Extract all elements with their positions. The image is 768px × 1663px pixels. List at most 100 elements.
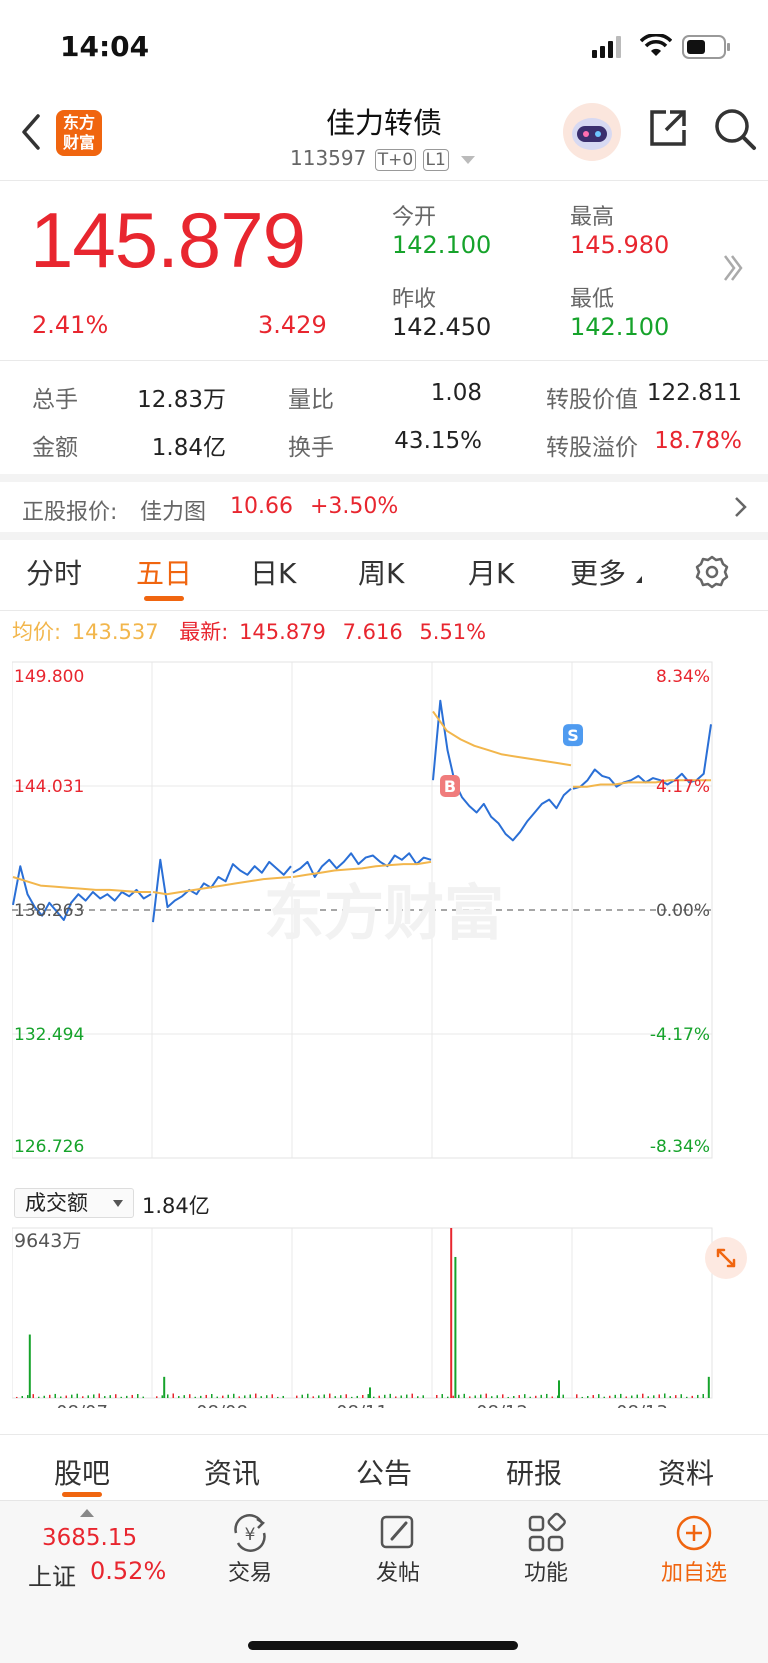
latest-label: 最新: (179, 620, 229, 644)
volume-bar (452, 1395, 454, 1398)
share-icon[interactable] (646, 106, 690, 154)
svg-text:¥: ¥ (245, 1525, 256, 1545)
index-name: 上证 (28, 1563, 76, 1591)
volume-bar (546, 1393, 548, 1398)
open-label: 今开 (392, 205, 437, 230)
volume-bar (255, 1393, 257, 1398)
high-value: 145.980 (570, 231, 670, 259)
tab-weekly-k[interactable]: 周K (358, 552, 404, 592)
post-label: 发帖 (375, 1561, 420, 1586)
open-value: 142.100 (392, 231, 492, 259)
volume-bar (664, 1393, 666, 1398)
volume-bar (296, 1395, 298, 1398)
volume-bar (518, 1395, 520, 1398)
tab-intraday[interactable]: 分时 (26, 552, 82, 592)
volume-bar (562, 1394, 564, 1398)
underlying-stock-row[interactable]: 正股报价: 佳力图 10.66 +3.50% (0, 482, 768, 532)
volume-frame (12, 1227, 713, 1399)
t0-badge: T+0 (374, 149, 417, 171)
settings-gear-icon[interactable] (694, 554, 730, 594)
volume-bar (411, 1393, 413, 1398)
trade-button[interactable]: ¥ 交易 (190, 1511, 310, 1587)
expand-right-icon[interactable] (722, 253, 744, 287)
volume-bar (362, 1395, 364, 1398)
functions-label: 功能 (523, 1561, 568, 1586)
robot-assistant-icon[interactable] (562, 102, 622, 166)
volume-bar (675, 1395, 677, 1398)
tab-forum[interactable]: 股吧 (54, 1452, 110, 1492)
add-watchlist-button[interactable]: 加自选 (634, 1511, 754, 1587)
fullscreen-expand-icon[interactable] (704, 1236, 748, 1284)
volume-bar (686, 1396, 688, 1398)
volume-value: 12.83万 (137, 387, 226, 413)
volume-bar (384, 1394, 386, 1398)
tab-news[interactable]: 资讯 (204, 1452, 260, 1492)
volume-bar (636, 1394, 638, 1398)
volume-bar (592, 1395, 594, 1398)
latest-value: 145.879 (239, 620, 326, 644)
post-button[interactable]: 发帖 (338, 1511, 458, 1587)
security-code-row[interactable]: 113597 T+0 L1 (290, 146, 510, 174)
volume-bar (625, 1396, 627, 1398)
underlying-price: 10.66 (230, 494, 293, 519)
search-icon[interactable] (712, 106, 758, 156)
prev-close-value: 142.450 (392, 313, 492, 341)
volume-bar (395, 1396, 397, 1398)
volume-metric-dropdown[interactable]: 成交额 (14, 1188, 134, 1218)
volume-bar (587, 1395, 589, 1398)
five-day-price-chart[interactable]: 东方财富 149.800 8.34% 144.031 4.17% 138.263 0.00… (12, 654, 756, 1184)
avg-price-series-line (432, 710, 572, 767)
volume-bar (329, 1393, 331, 1398)
volume-bar (312, 1396, 314, 1398)
avg-label: 均价: (12, 620, 62, 644)
tab-more[interactable]: 更多 (570, 552, 626, 592)
tab-announcements[interactable]: 公告 (356, 1452, 412, 1492)
tab-daily-k[interactable]: 日K (250, 552, 296, 592)
volume-bar (172, 1393, 174, 1398)
bottom-toolbar: 3685.15 上证 0.52% ¥ 交易 发帖 功能 加自选 (0, 1500, 768, 1663)
status-bar: 14:04 (0, 0, 768, 90)
volume-bar (43, 1395, 45, 1398)
x-axis-date-label: 08/12 (476, 1402, 528, 1408)
volume-bar (609, 1395, 611, 1398)
volume-bar (318, 1395, 320, 1398)
tab-profile[interactable]: 资料 (658, 1452, 714, 1492)
tab-five-day[interactable]: 五日 (136, 552, 192, 592)
vol-ratio-value: 1.08 (430, 380, 482, 406)
change-pct: 2.41% (32, 311, 109, 339)
volume-bar (351, 1396, 353, 1398)
volume-bar (540, 1394, 542, 1398)
add-watchlist-label: 加自选 (660, 1561, 727, 1586)
volume-bar (216, 1396, 218, 1398)
tab-research[interactable]: 研报 (506, 1452, 562, 1492)
volume-bar (441, 1394, 443, 1398)
last-price: 145.879 (30, 196, 306, 284)
volume-bar (558, 1380, 560, 1398)
volume-bar (496, 1395, 498, 1398)
volume-bar (137, 1394, 139, 1398)
x-axis-date-label: 08/11 (336, 1402, 388, 1408)
tab-monthly-k[interactable]: 月K (468, 552, 514, 592)
index-ticker[interactable]: 3685.15 上证 0.52% (0, 1501, 168, 1611)
volume-bar (454, 1256, 457, 1398)
volume-bar (21, 1396, 23, 1398)
low-value: 142.100 (570, 313, 670, 341)
functions-button[interactable]: 功能 (486, 1511, 606, 1587)
underlying-change: +3.50% (310, 494, 399, 519)
volume-bar (450, 1228, 453, 1398)
trade-label: 交易 (227, 1561, 272, 1586)
volume-bar (345, 1394, 347, 1398)
volume-bar (271, 1394, 273, 1398)
five-day-volume-chart[interactable]: 08/07 08/08 08/11 08/12 08/13 (12, 1222, 756, 1408)
conv-premium-value: 18.78% (654, 428, 742, 454)
volume-bar (463, 1393, 465, 1398)
volume-bar (707, 1376, 710, 1398)
x-axis-date-label: 08/08 (196, 1402, 248, 1408)
signal-icon (592, 36, 624, 62)
volume-bar (16, 1396, 18, 1398)
volume-bar (323, 1394, 325, 1398)
change-amount: 3.429 (258, 311, 327, 339)
index-change: 0.52% (90, 1557, 167, 1585)
volume-bar (178, 1396, 180, 1398)
volume-bar (603, 1396, 605, 1398)
